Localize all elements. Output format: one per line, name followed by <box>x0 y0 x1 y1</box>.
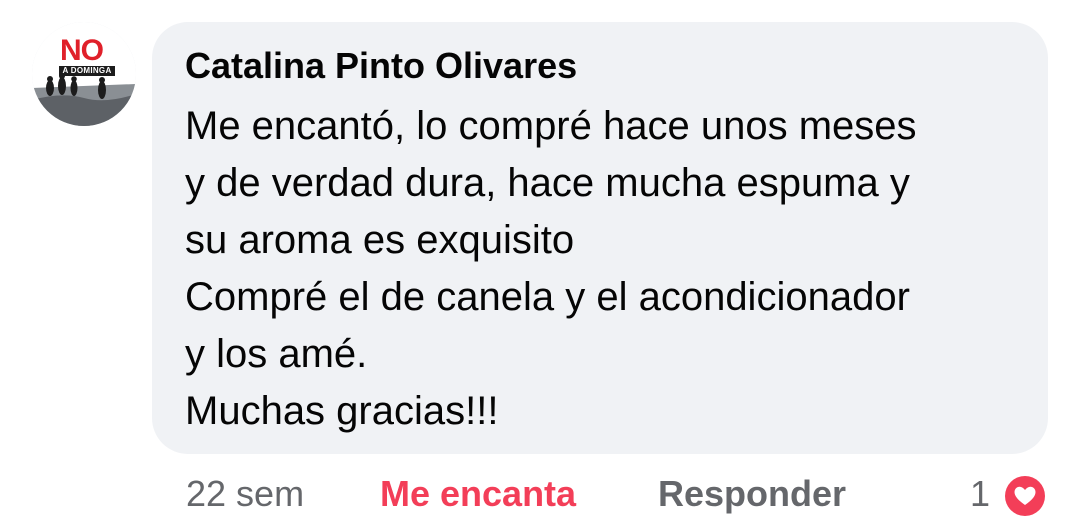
avatar[interactable]: NO A DOMINGA <box>32 22 136 126</box>
comment-line: Muchas gracias!!! <box>185 389 499 433</box>
comment-body: Me encantó, lo compré hace unos meses y … <box>185 98 917 440</box>
comment-line: su aroma es exquisito <box>185 218 575 262</box>
comment-author[interactable]: Catalina Pinto Olivares <box>185 44 577 88</box>
reply-button[interactable]: Responder <box>658 471 846 517</box>
heart-icon[interactable] <box>1003 474 1047 518</box>
reaction-count[interactable]: 1 <box>970 471 990 517</box>
comment-line: Compré el de canela y el acondicionador <box>185 275 910 319</box>
avatar-logo-text: NO <box>60 34 104 67</box>
comment-line: y los amé. <box>185 332 368 376</box>
comment-timestamp[interactable]: 22 sem <box>186 471 304 517</box>
comment-line: y de verdad dura, hace mucha espuma y <box>185 161 910 205</box>
comment-line: Me encantó, lo compré hace unos meses <box>185 104 917 148</box>
comment-bubble: Catalina Pinto Olivares Me encantó, lo c… <box>152 22 1048 454</box>
avatar-logo-subtext: A DOMINGA <box>59 66 115 76</box>
me-encanta-button[interactable]: Me encanta <box>380 471 576 517</box>
